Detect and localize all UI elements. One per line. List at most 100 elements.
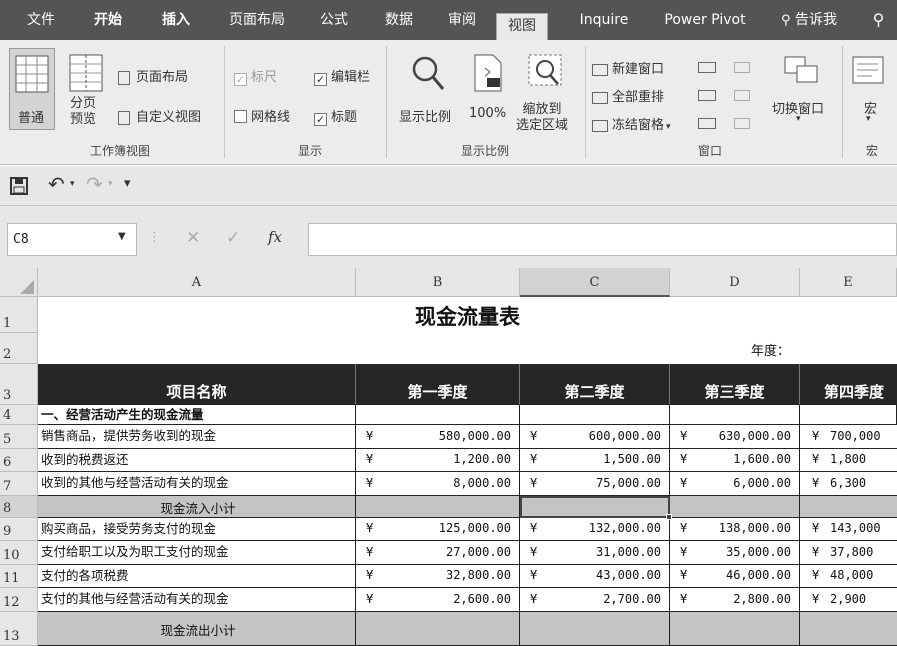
amount-cell[interactable]: ¥600,000.00: [520, 425, 670, 449]
amount-cell[interactable]: ¥1,600.00: [670, 449, 800, 472]
row-header[interactable]: 9: [0, 518, 38, 541]
amount-cell[interactable]: ¥132,000.00: [520, 518, 670, 541]
section-operating-activities[interactable]: 一、经营活动产生的现金流量: [38, 405, 356, 425]
amount-cell[interactable]: ¥2,600.00: [356, 588, 520, 612]
custom-views-button[interactable]: 自定义视图: [118, 106, 201, 125]
redo-dropdown-icon[interactable]: ▾: [108, 179, 113, 189]
row-header[interactable]: 5: [0, 425, 38, 449]
amount-cell[interactable]: ¥27,000.00: [356, 541, 520, 565]
header-item-name[interactable]: 项目名称: [38, 364, 356, 405]
amount-cell[interactable]: ¥2,700.00: [520, 588, 670, 612]
header-q2[interactable]: 第二季度: [520, 364, 670, 405]
amount-cell[interactable]: ¥580,000.00: [356, 425, 520, 449]
tab-power-pivot[interactable]: Power Pivot: [656, 0, 754, 40]
undo-icon[interactable]: ↶: [48, 172, 65, 196]
subtotal-cell[interactable]: [800, 496, 897, 518]
subtotal-label[interactable]: 现金流出小计: [38, 612, 356, 646]
amount-cell[interactable]: ¥8,000.00: [356, 472, 520, 496]
amount-cell[interactable]: ¥31,000.00: [520, 541, 670, 565]
amount-cell[interactable]: ¥143,000: [800, 518, 897, 541]
row-header[interactable]: 8: [0, 496, 38, 518]
tab-formulas[interactable]: 公式: [308, 0, 360, 40]
tab-review[interactable]: 审阅: [436, 0, 488, 40]
ruler-checkbox[interactable]: ✓ 标尺: [234, 66, 277, 86]
select-all-corner[interactable]: [0, 268, 38, 297]
cancel-icon[interactable]: ✕: [186, 228, 200, 248]
sync-scroll-button[interactable]: [734, 88, 750, 103]
headings-checkbox[interactable]: ✓ 标题: [314, 106, 357, 126]
amount-cell[interactable]: ¥75,000.00: [520, 472, 670, 496]
hide-button[interactable]: [698, 88, 716, 103]
zoom-100-button[interactable]: 100%: [464, 48, 510, 130]
amount-cell[interactable]: ¥138,000.00: [670, 518, 800, 541]
table-cell[interactable]: [670, 405, 800, 425]
subtotal-cell[interactable]: [670, 496, 800, 518]
normal-view-button[interactable]: 普通: [9, 48, 55, 130]
reset-window-button[interactable]: [734, 116, 750, 131]
row-header[interactable]: 4: [0, 405, 38, 425]
amount-cell[interactable]: ¥125,000.00: [356, 518, 520, 541]
amount-cell[interactable]: ¥6,000.00: [670, 472, 800, 496]
row-header[interactable]: 6: [0, 449, 38, 472]
subtotal-cell[interactable]: [800, 612, 897, 646]
row-header[interactable]: 2: [0, 333, 38, 364]
page-layout-button[interactable]: 页面布局: [118, 66, 188, 85]
amount-cell[interactable]: ¥630,000.00: [670, 425, 800, 449]
subtotal-cell[interactable]: [520, 496, 670, 518]
macros-button[interactable]: 宏 ▾: [848, 48, 894, 130]
column-header-a[interactable]: A: [38, 268, 356, 297]
amount-cell[interactable]: ¥1,200.00: [356, 449, 520, 472]
insert-function-icon[interactable]: fx: [268, 228, 282, 246]
page-break-preview-button[interactable]: 分页 预览: [64, 48, 110, 130]
amount-cell[interactable]: ¥43,000.00: [520, 565, 670, 588]
amount-cell[interactable]: ¥48,000: [800, 565, 897, 588]
subtotal-cell[interactable]: [520, 612, 670, 646]
unhide-button[interactable]: [698, 116, 716, 131]
tab-home[interactable]: 开始: [82, 0, 134, 40]
zoom-to-selection-button[interactable]: 缩放到 选定区域: [512, 48, 580, 136]
line-item-name[interactable]: 收到的其他与经营活动有关的现金: [38, 472, 356, 496]
new-window-button[interactable]: 新建窗口: [592, 58, 664, 77]
tab-insert[interactable]: 插入: [150, 0, 202, 40]
header-q4[interactable]: 第四季度: [800, 364, 897, 405]
table-cell[interactable]: [356, 405, 520, 425]
subtotal-cell[interactable]: [670, 612, 800, 646]
row-header[interactable]: 10: [0, 541, 38, 565]
line-item-name[interactable]: 销售商品，提供劳务收到的现金: [38, 425, 356, 449]
amount-cell[interactable]: ¥35,000.00: [670, 541, 800, 565]
tab-data[interactable]: 数据: [374, 0, 424, 40]
header-q1[interactable]: 第一季度: [356, 364, 520, 405]
table-cell[interactable]: [800, 405, 897, 425]
table-cell[interactable]: [520, 405, 670, 425]
split-button[interactable]: [698, 60, 716, 75]
tell-me-search[interactable]: ⚲ 告诉我: [768, 0, 850, 40]
sheet-title[interactable]: 现金流量表: [38, 297, 897, 333]
line-item-name[interactable]: 支付的其他与经营活动有关的现金: [38, 588, 356, 612]
view-side-by-side-button[interactable]: [734, 60, 750, 75]
row-header[interactable]: 12: [0, 588, 38, 612]
tab-view[interactable]: 视图: [496, 13, 548, 40]
tab-inquire[interactable]: Inquire: [566, 0, 642, 40]
line-item-name[interactable]: 支付给职工以及为职工支付的现金: [38, 541, 356, 565]
amount-cell[interactable]: ¥6,300: [800, 472, 897, 496]
column-header-c[interactable]: C: [520, 268, 670, 297]
amount-cell[interactable]: ¥2,800.00: [670, 588, 800, 612]
amount-cell[interactable]: ¥700,000: [800, 425, 897, 449]
fill-handle[interactable]: [666, 514, 672, 520]
row-header[interactable]: 3: [0, 364, 38, 405]
customize-qat-icon[interactable]: ▾: [124, 176, 131, 191]
share-icon[interactable]: ⚲: [860, 0, 897, 40]
amount-cell[interactable]: ¥1,800: [800, 449, 897, 472]
header-q3[interactable]: 第三季度: [670, 364, 800, 405]
column-header-e[interactable]: E: [800, 268, 897, 297]
line-item-name[interactable]: 购买商品，接受劳务支付的现金: [38, 518, 356, 541]
row-header[interactable]: 11: [0, 565, 38, 588]
subtotal-label[interactable]: 现金流入小计: [38, 496, 356, 518]
name-box-dropdown-icon[interactable]: ▼: [118, 231, 126, 242]
zoom-button[interactable]: 显示比例: [396, 48, 462, 130]
tab-file[interactable]: 文件: [18, 0, 64, 40]
amount-cell[interactable]: ¥37,800: [800, 541, 897, 565]
line-item-name[interactable]: 收到的税费返还: [38, 449, 356, 472]
row-header[interactable]: 13: [0, 612, 38, 646]
subtotal-cell[interactable]: [356, 612, 520, 646]
